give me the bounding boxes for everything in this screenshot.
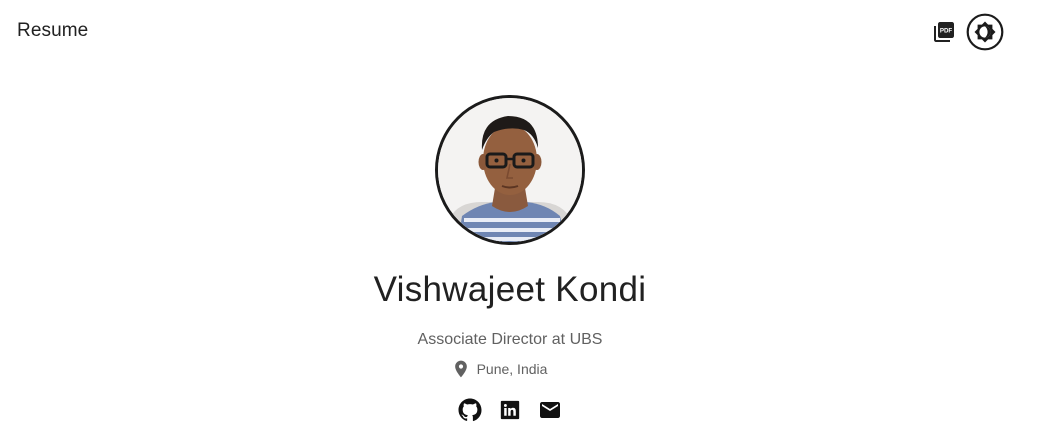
- profile-photo: [438, 98, 582, 242]
- job-title: Associate Director at UBS: [417, 331, 603, 348]
- picture-as-pdf-icon: PDF: [934, 22, 954, 42]
- linkedin-link[interactable]: [498, 398, 522, 422]
- location: Pune, India: [454, 359, 548, 379]
- location-text: Pune, India: [476, 361, 548, 377]
- email-link[interactable]: [538, 398, 562, 422]
- brightness-toggle-icon: [966, 13, 1004, 51]
- email-icon: [540, 402, 560, 418]
- profile-section: Vishwajeet Kondi Associate Director at U…: [0, 95, 1020, 422]
- social-links: [458, 398, 562, 422]
- location-pin-icon: [451, 359, 471, 379]
- app-title: Resume: [17, 20, 89, 41]
- theme-toggle-button[interactable]: [966, 13, 1004, 51]
- github-icon: [458, 398, 482, 422]
- linkedin-icon: [500, 400, 520, 420]
- avatar: [435, 95, 585, 245]
- download-pdf-button[interactable]: PDF: [930, 18, 958, 46]
- app-bar: Resume PDF: [0, 0, 1051, 62]
- github-link[interactable]: [458, 398, 482, 422]
- svg-text:PDF: PDF: [940, 27, 953, 34]
- profile-name: Vishwajeet Kondi: [373, 270, 647, 309]
